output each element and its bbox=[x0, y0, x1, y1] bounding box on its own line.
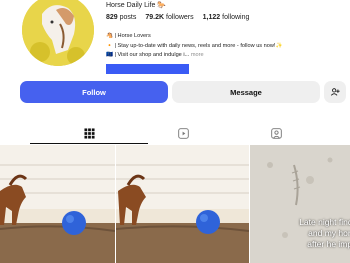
follow-button[interactable]: Follow bbox=[20, 81, 168, 103]
posts-stat[interactable]: 829 posts bbox=[106, 14, 136, 21]
bio-line-2: 🔸 | Stay up-to-date with daily news, ree… bbox=[106, 42, 283, 49]
horse-emoji: 🐎 bbox=[157, 2, 167, 9]
reel-caption-line-1: Late night finds but in bbox=[299, 217, 350, 227]
profile-tabs bbox=[0, 122, 350, 144]
profile-username: Horse Daily Life 🐎 bbox=[106, 1, 166, 9]
tagged-user-icon bbox=[270, 127, 282, 139]
horse-with-ball-icon bbox=[116, 145, 249, 263]
profile-stats: 829 posts 79.2K followers 1,122 followin… bbox=[106, 14, 249, 21]
following-stat[interactable]: 1,122 following bbox=[203, 14, 250, 21]
reel-caption-line-3: after he impaled hir bbox=[307, 239, 350, 249]
post-tile-3-reel[interactable]: Late night finds but in and my horse sha… bbox=[250, 145, 350, 263]
active-tab-indicator bbox=[30, 143, 148, 144]
post-tile-1[interactable] bbox=[0, 145, 115, 263]
add-person-icon bbox=[330, 88, 340, 96]
profile-bio: 🐴 | Horse Lovers 🔸 | Stay up-to-date wit… bbox=[106, 32, 282, 61]
reels-icon bbox=[177, 127, 189, 139]
bio-line-1: 🐴 | Horse Lovers bbox=[106, 33, 151, 39]
tab-tagged[interactable] bbox=[218, 122, 334, 144]
grid-icon bbox=[83, 127, 95, 139]
followers-stat[interactable]: 79.2K followers bbox=[145, 14, 193, 21]
message-button[interactable]: Message bbox=[172, 81, 320, 103]
posts-grid: Late night finds but in and my horse sha… bbox=[0, 145, 350, 263]
reel-caption-line-2: and my horse shak bbox=[308, 228, 350, 238]
bio-link-redacted[interactable] bbox=[106, 64, 189, 74]
bio-line-3: 🇪🇺 | Visit our shop and indulge i... mor… bbox=[106, 52, 204, 58]
profile-avatar[interactable] bbox=[22, 0, 94, 66]
horse-with-ball-icon bbox=[0, 145, 115, 263]
post-tile-2[interactable] bbox=[116, 145, 249, 263]
username-text: Horse Daily Life bbox=[106, 2, 156, 9]
horse-avatar-icon bbox=[22, 0, 94, 66]
suggest-people-button[interactable] bbox=[324, 81, 346, 103]
bio-more-link[interactable]: more bbox=[191, 52, 204, 58]
